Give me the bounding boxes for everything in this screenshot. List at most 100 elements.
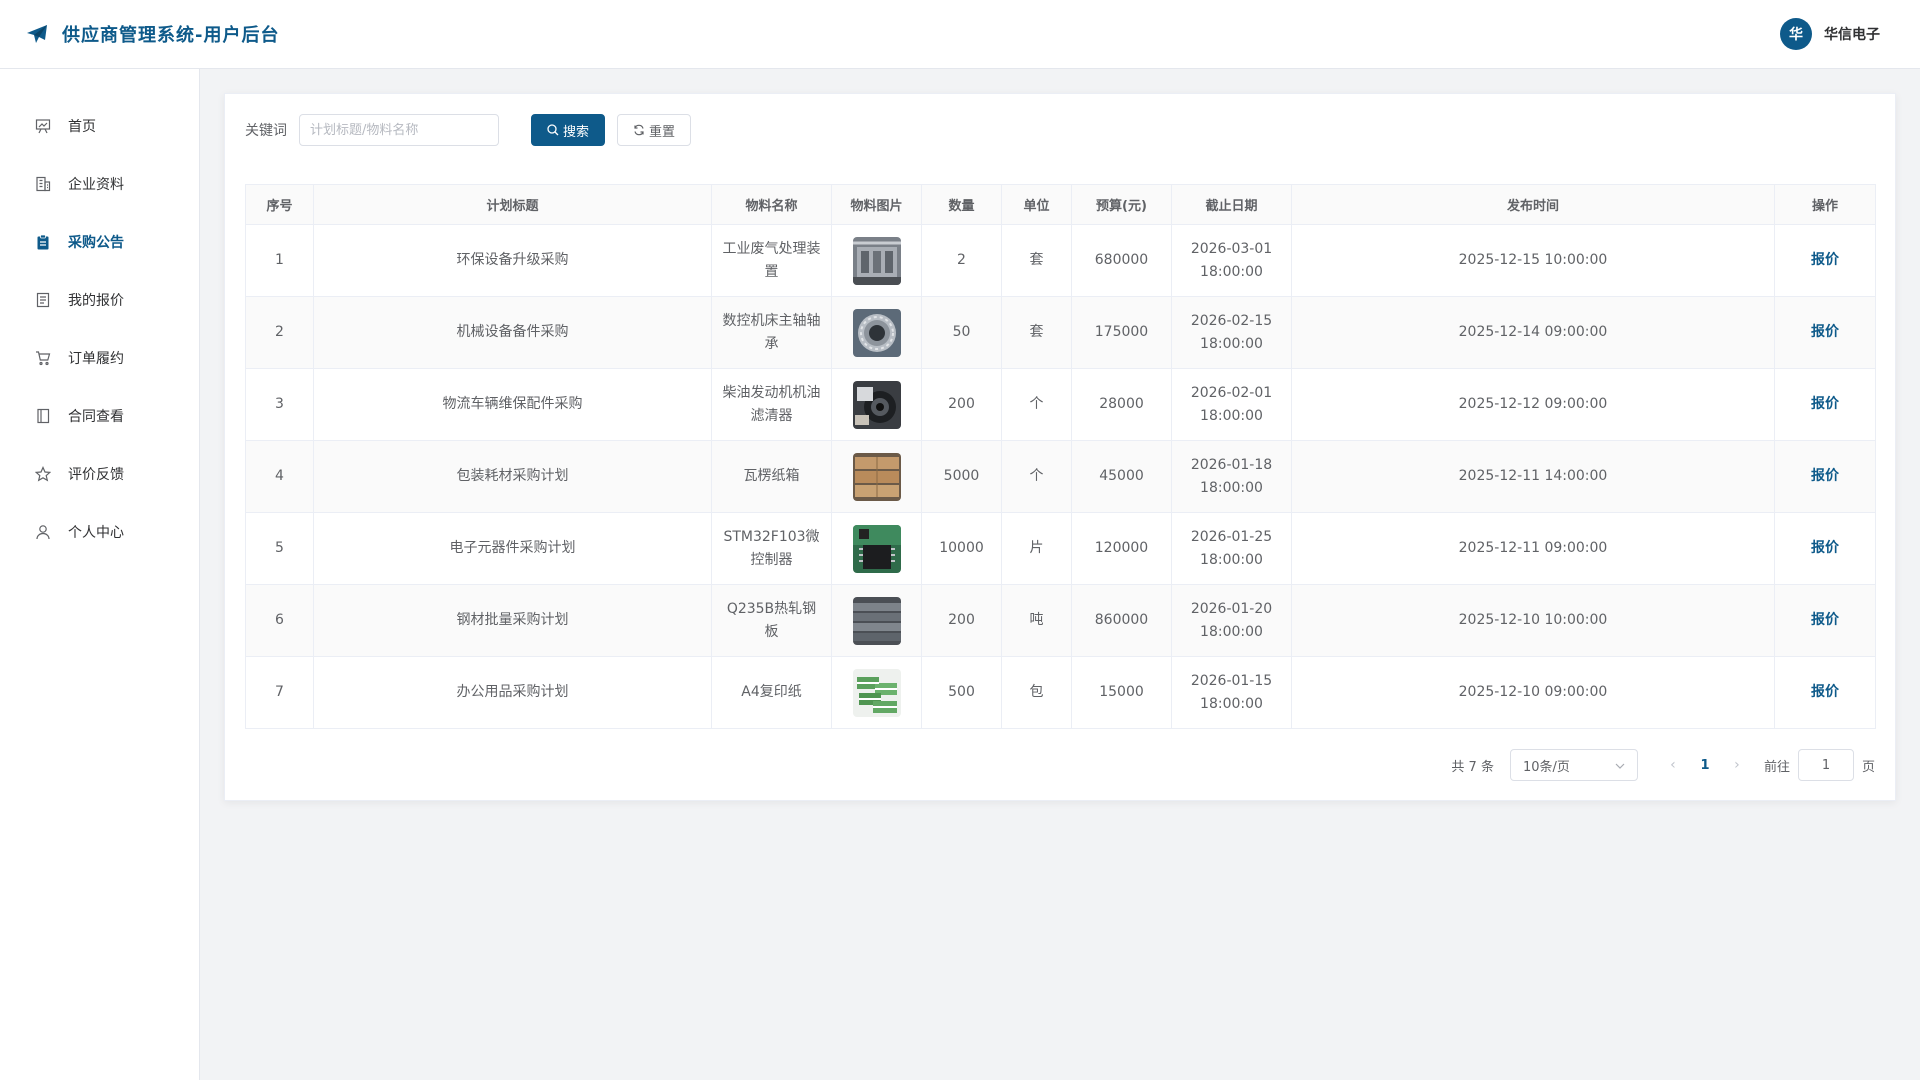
table-header-row: 序号 计划标题 物料名称 物料图片 数量 单位 预算(元) 截止日期 发布时间 … [245,184,1876,225]
cell-published: 2025-12-12 09:00:00 [1291,368,1775,441]
deadline-date: 2026-02-15 [1190,312,1273,329]
prev-page-button[interactable]: ‹ [1658,757,1688,773]
cell-qty: 50 [921,296,1002,369]
sidebar-item-feedback[interactable]: 评价反馈 [0,445,199,503]
sidebar-item-procurement[interactable]: 采购公告 [0,213,199,271]
cell-published: 2025-12-10 10:00:00 [1291,584,1775,657]
user-icon [34,523,52,541]
material-image-air-treatment[interactable] [852,236,901,285]
keyword-label: 关键词 [245,123,287,139]
sidebar-item-label: 首页 [68,119,96,135]
presentation-icon [34,117,52,135]
next-page-button[interactable]: › [1722,757,1752,773]
cell-unit: 套 [1001,296,1072,369]
paper-plane-icon [26,24,48,44]
sidebar-item-profile[interactable]: 个人中心 [0,503,199,561]
material-image-copy-paper[interactable] [852,668,901,717]
cell-no: 3 [245,368,314,441]
deadline-date: 2026-01-25 [1190,528,1273,545]
sidebar-item-label: 采购公告 [68,235,124,251]
cell-published: 2025-12-15 10:00:00 [1291,224,1775,297]
page-size-select[interactable]: 10条/页 [1509,749,1638,781]
quote-link[interactable]: 报价 [1811,468,1839,484]
search-input[interactable] [299,114,499,146]
material-image-cardboard-boxes[interactable] [852,452,901,501]
cell-deadline: 2026-02-01 18:00:00 [1171,368,1292,441]
clipboard-icon [34,233,52,251]
deadline-time: 18:00:00 [1200,263,1263,280]
sidebar-item-company[interactable]: 企业资料 [0,155,199,213]
user-menu[interactable]: 华 华信电子 [1780,18,1880,50]
search-bar: 关键词 搜索 重置 [245,114,1875,146]
sidebar-item-label: 我的报价 [68,293,124,309]
quote-link[interactable]: 报价 [1811,612,1839,628]
cell-action: 报价 [1774,656,1876,729]
search-icon [547,124,559,136]
table-row: 6 钢材批量采购计划 Q235B热轧钢板 200 吨 860000 2026-0… [245,584,1876,657]
goto-label: 前往 [1763,759,1790,775]
deadline-date: 2026-01-15 [1190,672,1273,689]
cell-image [831,296,922,369]
cell-unit: 吨 [1001,584,1072,657]
goto-page-input[interactable] [1797,749,1854,781]
cell-title: 办公用品采购计划 [313,656,712,729]
search-button[interactable]: 搜索 [531,114,605,146]
cell-no: 2 [245,296,314,369]
sidebar-item-label: 企业资料 [68,177,124,193]
quote-link[interactable]: 报价 [1811,252,1839,268]
deadline-date: 2026-02-01 [1190,384,1273,401]
goto-suffix: 页 [1861,759,1875,775]
cell-budget: 15000 [1071,656,1172,729]
material-image-steel-plates[interactable] [852,596,901,645]
sidebar-item-home[interactable]: 首页 [0,97,199,155]
quote-link[interactable]: 报价 [1811,324,1839,340]
sidebar-item-quotes[interactable]: 我的报价 [0,271,199,329]
page-number[interactable]: 1 [1688,758,1722,773]
quote-link[interactable]: 报价 [1811,396,1839,412]
pagination: 共 7 条 10条/页 ‹ 1 › 前往 页 [1451,749,1875,781]
cell-budget: 45000 [1071,440,1172,513]
quote-link[interactable]: 报价 [1811,684,1839,700]
star-icon [34,465,52,483]
cell-material: 工业废气处理装置 [711,224,832,297]
sidebar-item-label: 订单履约 [68,351,124,367]
cell-deadline: 2026-02-15 18:00:00 [1171,296,1292,369]
deadline-time: 18:00:00 [1200,623,1263,640]
material-image-bearing[interactable] [852,308,901,357]
column-header: 计划标题 [313,184,712,225]
cell-action: 报价 [1774,584,1876,657]
cell-material: Q235B热轧钢板 [711,584,832,657]
column-header: 数量 [921,184,1002,225]
column-header: 序号 [245,184,314,225]
table-row: 4 包装耗材采购计划 瓦楞纸箱 5000 个 45000 2026-01-18 1… [245,440,1876,513]
sidebar-item-contracts[interactable]: 合同查看 [0,387,199,445]
material-image-oil-filter[interactable] [852,380,901,429]
cell-image [831,584,922,657]
material-image-microcontroller[interactable] [852,524,901,573]
cell-title: 机械设备备件采购 [313,296,712,369]
cell-material: 瓦楞纸箱 [711,440,832,513]
cart-icon [34,349,52,367]
cell-material: 数控机床主轴轴承 [711,296,832,369]
cell-qty: 2 [921,224,1002,297]
cell-published: 2025-12-11 09:00:00 [1291,512,1775,585]
cell-image [831,224,922,297]
cell-qty: 500 [921,656,1002,729]
deadline-time: 18:00:00 [1200,695,1263,712]
table-row: 5 电子元器件采购计划 STM32F103微控制器 10000 片 120000… [245,512,1876,585]
table-row: 7 办公用品采购计划 A4复印纸 500 包 15000 2026-01-15 1… [245,656,1876,729]
user-name[interactable]: 华信电子 [1824,24,1880,44]
reset-button[interactable]: 重置 [617,114,691,146]
cell-image [831,440,922,513]
total-count: 共 7 条 [1451,759,1494,775]
sidebar-item-orders[interactable]: 订单履约 [0,329,199,387]
cell-title: 环保设备升级采购 [313,224,712,297]
cell-budget: 680000 [1071,224,1172,297]
avatar[interactable]: 华 [1780,18,1812,50]
sidebar: 首页 企业资料 采购公告 我的报价 订单履约 合同查看 评价反馈 个人中心 [0,69,200,1080]
sidebar-item-label: 评价反馈 [68,467,124,483]
deadline-time: 18:00:00 [1200,479,1263,496]
deadline-date: 2026-03-01 [1190,240,1273,257]
document-icon [34,291,52,309]
quote-link[interactable]: 报价 [1811,540,1839,556]
